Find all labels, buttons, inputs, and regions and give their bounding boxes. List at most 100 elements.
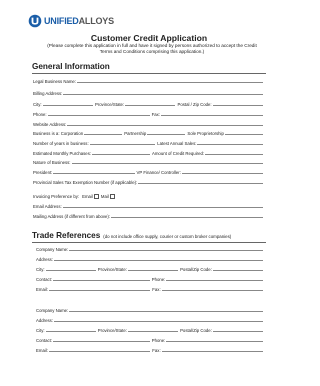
phone-row: Phone: Fax: (33, 111, 265, 117)
billing-address-row: Billing Address: (33, 90, 265, 96)
years-in-business-field[interactable] (89, 144, 156, 146)
trade-references-title: Trade References (32, 231, 101, 240)
fax-field[interactable] (161, 115, 264, 117)
nature-of-business-label: Nature of Business: (33, 160, 71, 165)
fax-label: Fax: (151, 112, 160, 117)
phone-field[interactable] (47, 115, 150, 117)
business-type-row: Business is a: Corporation Partnership S… (33, 130, 265, 136)
ref2-postal-zip-label: Postal/Zip Code: (180, 328, 212, 333)
corporation-field[interactable] (84, 134, 123, 136)
trade-references-note: (do not include office supply, courier o… (103, 234, 232, 239)
legal-business-name-field[interactable] (77, 82, 263, 84)
years-in-business-label: Number of years in business: (33, 141, 89, 146)
email-option-checkbox[interactable] (93, 193, 99, 199)
officers-row: President: VP Finance/ Controller: (33, 169, 265, 175)
ref1-province-state-field[interactable] (127, 270, 179, 272)
city-label: City: (33, 102, 42, 107)
ref1-company-name-field[interactable] (69, 250, 263, 252)
mail-option-checkbox[interactable] (109, 193, 115, 199)
form-title: Customer Credit Application (90, 33, 208, 43)
ref1-email-row: Email: Fax: (36, 286, 265, 292)
general-info-divider (32, 73, 266, 74)
logo-wordmark: UNIFIEDALLOYS (44, 16, 114, 26)
ref2-fax-field[interactable] (161, 351, 263, 353)
ref1-email-field[interactable] (48, 290, 151, 292)
ref1-contact-label: Contact: (36, 277, 53, 282)
tax-exemption-field[interactable] (138, 183, 263, 185)
tax-exemption-label: Provincial Sales Tax Exemption Number (i… (33, 180, 138, 185)
ref1-company-name-label: Company Name: (36, 247, 69, 252)
ref1-fax-field[interactable] (161, 290, 263, 292)
ref1-province-state-label: Province/State: (97, 267, 127, 272)
latest-annual-sales-field[interactable] (197, 144, 263, 146)
latest-annual-sales-label: Latest Annual Sales: (157, 141, 197, 146)
estimated-monthly-purchases-field[interactable] (92, 154, 150, 156)
amount-of-credit-field[interactable] (205, 154, 263, 156)
email-address-label: Email Address: (33, 204, 62, 209)
ref1-postal-zip-field[interactable] (212, 270, 263, 272)
ref1-phone-label: Phone: (151, 277, 166, 282)
ref2-province-state-field[interactable] (127, 331, 179, 333)
ref2-contact-label: Contact: (36, 338, 53, 343)
ref2-email-field[interactable] (48, 351, 151, 353)
legal-business-name-label: Legal Business Name: (33, 79, 76, 84)
ref2-city-label: City: (36, 328, 45, 333)
ref1-email-label: Email: (36, 287, 48, 292)
vp-finance-label: VP Finance/ Controller: (136, 170, 181, 175)
ref1-address-row: Address: (36, 256, 265, 262)
ref1-city-row: City: Province/State: Postal/Zip Code: (36, 266, 265, 272)
sole-proprietorship-field[interactable] (224, 134, 264, 136)
ref1-contact-row: Contact: Phone: (36, 276, 265, 282)
website-label: Website Address: (33, 122, 67, 127)
ref2-city-field[interactable] (45, 331, 96, 333)
logo-part2: ALLOYS (78, 16, 115, 26)
mailing-address-field[interactable] (111, 217, 263, 219)
email-option-label: Email (82, 194, 93, 199)
city-field[interactable] (42, 105, 93, 107)
website-row: Website Address: (33, 121, 265, 127)
phone-label: Phone: (33, 112, 47, 117)
ref1-city-field[interactable] (45, 270, 96, 272)
ref2-contact-row: Contact: Phone: (36, 337, 265, 343)
ref2-phone-label: Phone: (151, 338, 166, 343)
purchases-credit-row: Estimated Monthly Purchases: Amount of C… (33, 150, 265, 156)
email-address-row: Email Address: (33, 203, 265, 209)
trade-references-divider (32, 242, 266, 243)
website-field[interactable] (67, 125, 263, 127)
logo-part1: UNIFIED (44, 16, 79, 26)
partnership-field[interactable] (147, 134, 186, 136)
general-info-heading: General Information (32, 62, 110, 71)
province-state-label: Province/State: (94, 102, 125, 107)
ref2-address-label: Address: (36, 318, 53, 323)
postal-zip-field[interactable] (212, 105, 263, 107)
ref2-phone-field[interactable] (166, 341, 264, 343)
ref2-company-name-field[interactable] (69, 311, 263, 313)
vp-finance-field[interactable] (181, 173, 264, 175)
ref1-fax-label: Fax: (152, 287, 161, 292)
logo-emblem-icon (28, 14, 42, 28)
president-label: President: (33, 170, 53, 175)
postal-zip-label: Postal / Zip Code: (177, 102, 212, 107)
partnership-label: Partnership (124, 131, 147, 136)
nature-of-business-field[interactable] (71, 163, 263, 165)
email-address-field[interactable] (62, 207, 263, 209)
ref1-contact-field[interactable] (53, 280, 150, 282)
ref2-fax-label: Fax: (152, 348, 161, 353)
amount-of-credit-label: Amount of Credit Required: (151, 151, 205, 156)
billing-address-field[interactable] (63, 94, 263, 96)
nature-of-business-row: Nature of Business: (33, 159, 265, 165)
ref1-city-label: City: (36, 267, 45, 272)
ref2-postal-zip-field[interactable] (212, 331, 263, 333)
mailing-address-label: Mailing Address (if different from above… (33, 214, 111, 219)
business-is-a-label: Business is a: Corporation (33, 131, 84, 136)
province-state-field[interactable] (125, 105, 176, 107)
president-field[interactable] (53, 173, 135, 175)
ref1-address-field[interactable] (53, 260, 263, 262)
ref2-address-field[interactable] (53, 321, 263, 323)
form-subtitle: (Please complete this application in ful… (47, 43, 257, 54)
ref2-province-state-label: Province/State: (97, 328, 127, 333)
billing-address-label: Billing Address: (33, 91, 63, 96)
estimated-monthly-purchases-label: Estimated Monthly Purchases: (33, 151, 92, 156)
ref1-phone-field[interactable] (166, 280, 264, 282)
ref2-contact-field[interactable] (53, 341, 150, 343)
